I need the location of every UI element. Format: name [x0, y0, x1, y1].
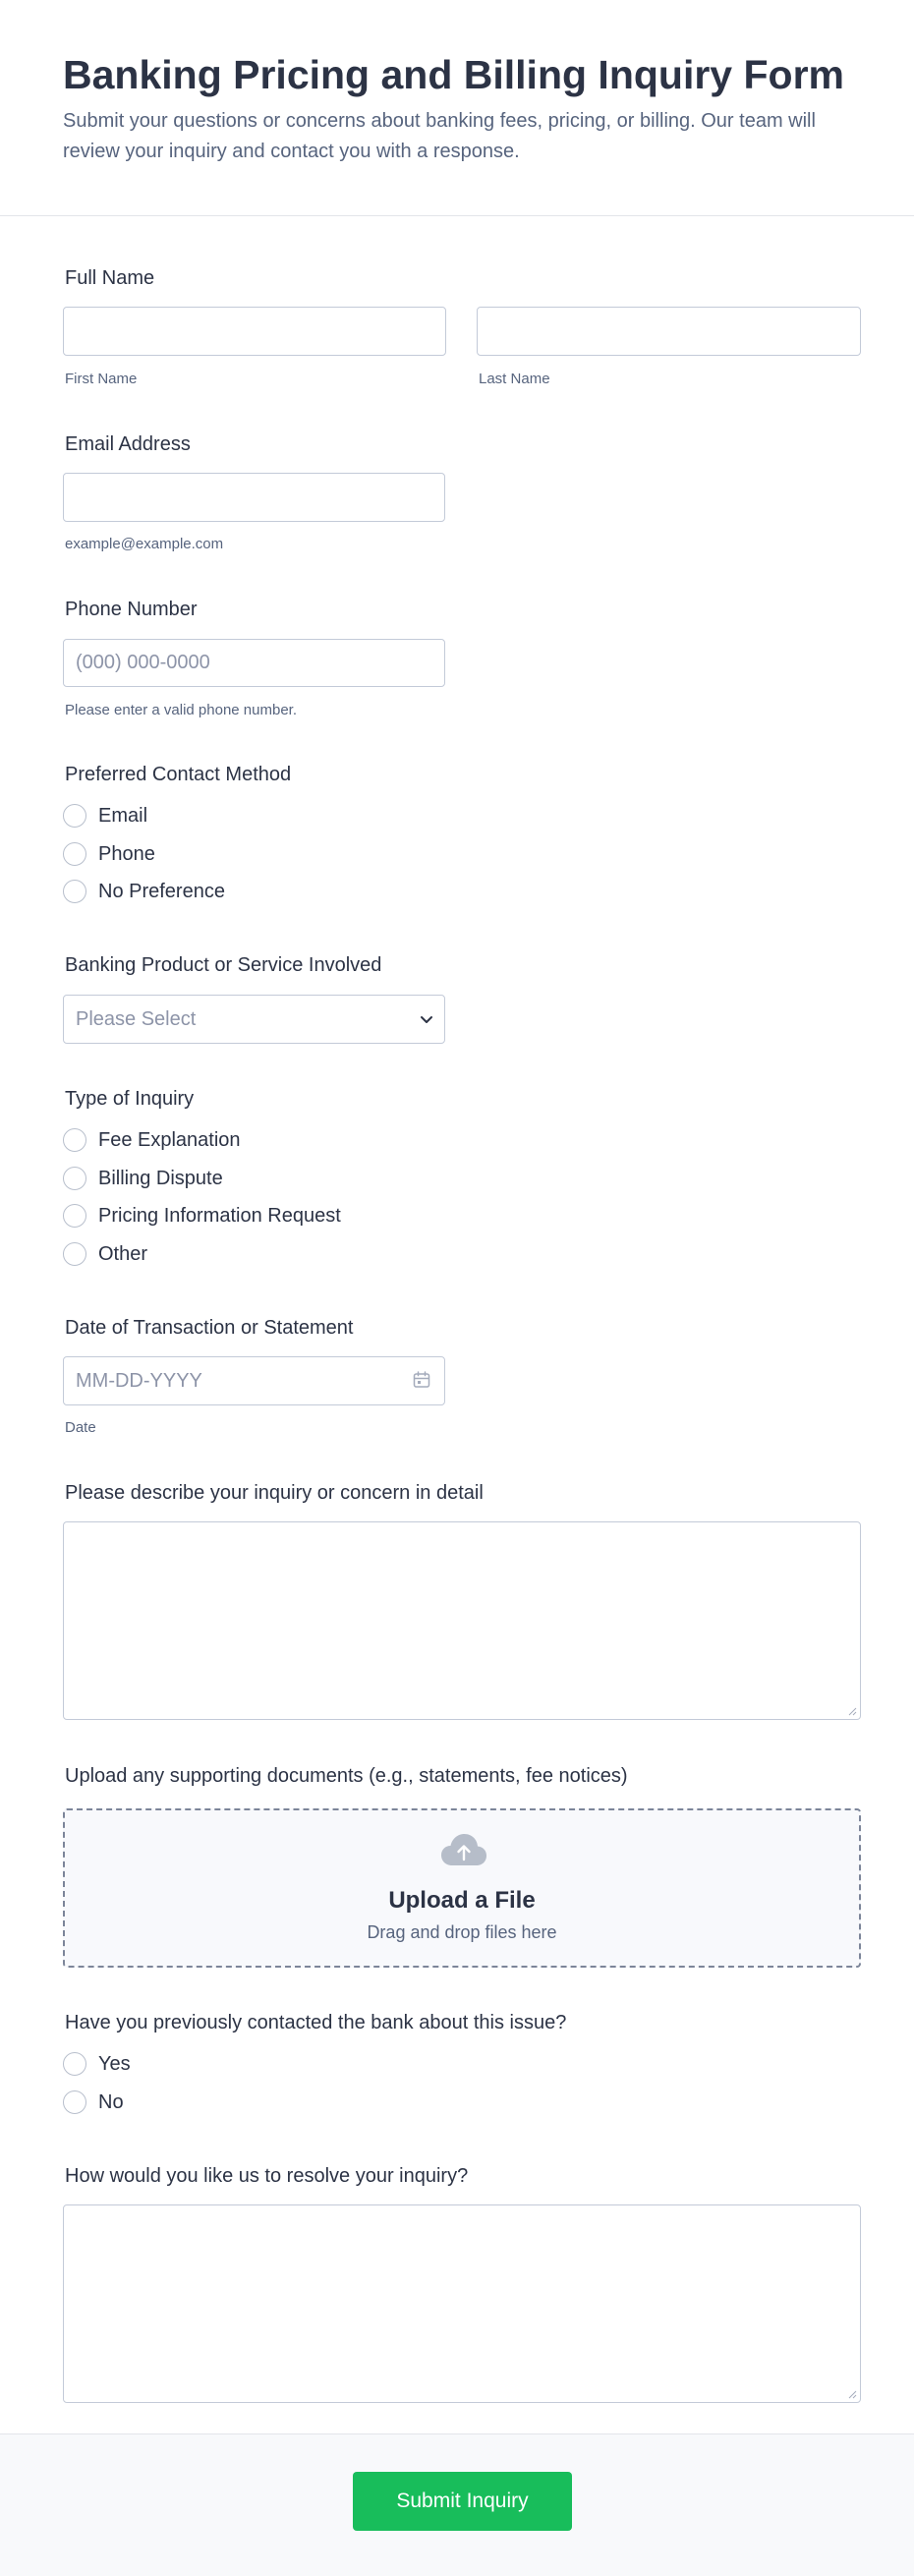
- radio-button[interactable]: [63, 2090, 86, 2114]
- radio-button[interactable]: [63, 804, 86, 828]
- date-input[interactable]: [63, 1356, 445, 1405]
- phone-input[interactable]: [63, 639, 445, 687]
- previous-contact-label: Have you previously contacted the bank a…: [65, 2012, 567, 2033]
- first-name-sublabel: First Name: [65, 371, 138, 387]
- date-label: Date of Transaction or Statement: [65, 1317, 354, 1339]
- product-label: Banking Product or Service Involved: [65, 954, 382, 976]
- cloud-upload-icon: [441, 1834, 486, 1865]
- radio-label: Yes: [98, 2052, 131, 2075]
- radio-label: Phone: [98, 842, 155, 865]
- radio-button[interactable]: [63, 842, 86, 866]
- inquiry-option-other[interactable]: Other: [63, 1241, 147, 1267]
- email-label: Email Address: [65, 433, 191, 455]
- radio-label: Other: [98, 1242, 148, 1265]
- page-subtitle: Submit your questions or concerns about …: [63, 110, 816, 162]
- radio-label: Billing Dispute: [98, 1167, 223, 1189]
- product-select[interactable]: Please Select: [63, 995, 445, 1044]
- first-name-input[interactable]: [63, 307, 446, 356]
- radio-button[interactable]: [63, 1167, 86, 1190]
- full-name-label: Full Name: [65, 267, 155, 289]
- contact-option-phone[interactable]: Phone: [63, 841, 155, 867]
- form-header: Banking Pricing and Billing Inquiry Form…: [0, 0, 914, 216]
- email-sublabel: example@example.com: [65, 536, 224, 552]
- upload-label: Upload any supporting documents (e.g., s…: [65, 1765, 628, 1787]
- previous-contact-option-no[interactable]: No: [63, 2089, 124, 2115]
- upload-title: Upload a File: [388, 1887, 536, 1914]
- radio-button[interactable]: [63, 1128, 86, 1152]
- resize-handle-icon[interactable]: [847, 1706, 857, 1716]
- radio-label: No: [98, 2090, 124, 2113]
- inquiry-option-billing-dispute[interactable]: Billing Dispute: [63, 1166, 223, 1191]
- inquiry-type-label: Type of Inquiry: [65, 1088, 195, 1110]
- contact-method-label: Preferred Contact Method: [65, 764, 292, 785]
- resolution-textarea[interactable]: [63, 2204, 861, 2403]
- radio-button[interactable]: [63, 1242, 86, 1266]
- submit-inquiry-button[interactable]: Submit Inquiry: [353, 2472, 572, 2531]
- upload-subtitle: Drag and drop files here: [367, 1922, 557, 1942]
- date-field: [63, 1356, 445, 1405]
- radio-button[interactable]: [63, 1204, 86, 1228]
- radio-label: No Preference: [98, 880, 225, 902]
- phone-label: Phone Number: [65, 599, 198, 620]
- chevron-down-icon: [421, 1016, 432, 1023]
- description-label: Please describe your inquiry or concern …: [65, 1482, 484, 1504]
- contact-option-no-preference[interactable]: No Preference: [63, 879, 225, 904]
- calendar-icon[interactable]: [412, 1370, 431, 1390]
- radio-label: Pricing Information Request: [98, 1204, 341, 1227]
- phone-sublabel: Please enter a valid phone number.: [65, 702, 297, 718]
- radio-label: Fee Explanation: [98, 1128, 241, 1151]
- last-name-input[interactable]: [477, 307, 861, 356]
- radio-button[interactable]: [63, 2052, 86, 2076]
- date-sublabel: Date: [65, 1419, 96, 1436]
- inquiry-option-pricing-info[interactable]: Pricing Information Request: [63, 1203, 341, 1229]
- inquiry-option-fee-explanation[interactable]: Fee Explanation: [63, 1127, 241, 1153]
- previous-contact-option-yes[interactable]: Yes: [63, 2051, 131, 2077]
- resize-handle-icon[interactable]: [847, 2389, 857, 2399]
- email-input[interactable]: [63, 473, 445, 522]
- page-title: Banking Pricing and Billing Inquiry Form: [63, 52, 844, 97]
- contact-option-email[interactable]: Email: [63, 803, 147, 829]
- product-select-value: Please Select: [76, 1008, 197, 1030]
- form-footer: Submit Inquiry: [0, 2433, 914, 2576]
- radio-label: Email: [98, 804, 148, 827]
- last-name-sublabel: Last Name: [479, 371, 550, 387]
- file-upload-dropzone[interactable]: Upload a File Drag and drop files here: [63, 1808, 861, 1968]
- radio-button[interactable]: [63, 880, 86, 903]
- description-textarea[interactable]: [63, 1521, 861, 1720]
- resolution-label: How would you like us to resolve your in…: [65, 2165, 469, 2187]
